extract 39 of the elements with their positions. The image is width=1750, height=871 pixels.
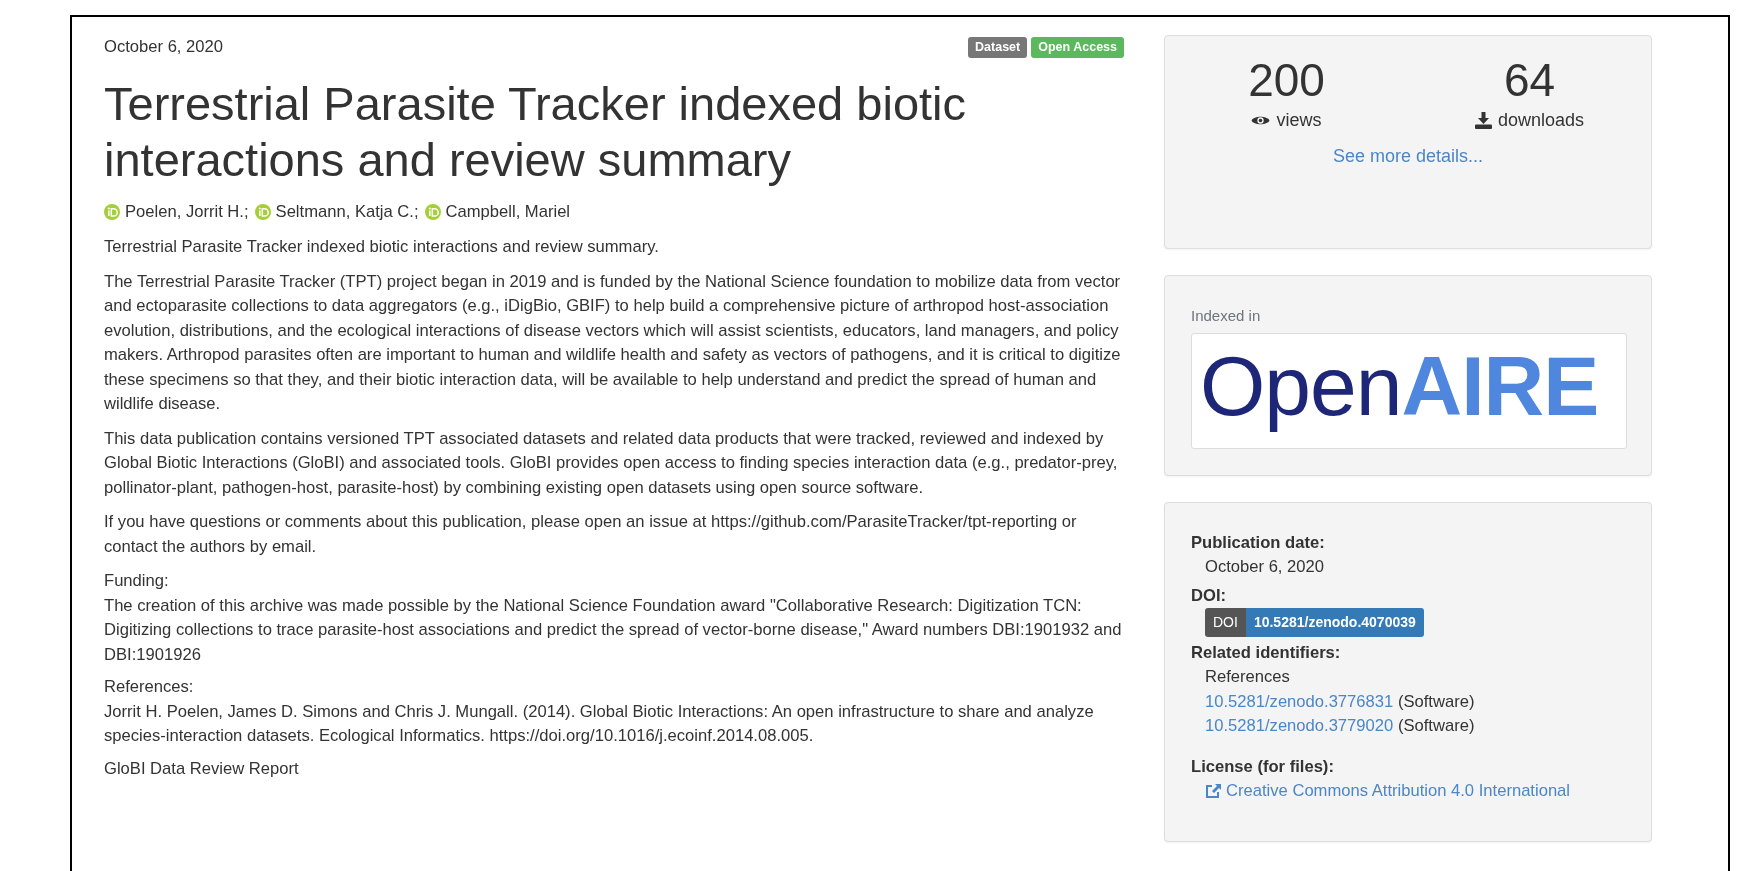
identifier-link[interactable]: 10.5281/zenodo.3776831 <box>1205 691 1394 711</box>
stat-count: 64 <box>1502 53 1557 108</box>
external-link-icon <box>1205 783 1222 800</box>
identifier-type: (Software) <box>1397 716 1475 735</box>
identifier-type: (Software) <box>1397 691 1475 711</box>
stat-label: downloads <box>1474 108 1585 133</box>
field-label: Related identifiers: <box>1191 641 1342 664</box>
paragraph: Terrestrial Parasite Tracker indexed biotic interactions and review summary. <box>104 236 660 259</box>
record-title: Terrestrial Parasite Tracker indexed biotic interactions and review summary <box>104 75 968 188</box>
author-id-icon <box>424 203 441 220</box>
field-value: October 6, 2020 <box>1205 556 1325 578</box>
field-label: License (for files): <box>1191 755 1335 778</box>
openaire-logo[interactable]: OpenAIRE <box>1191 332 1627 449</box>
identifier-link[interactable]: 10.5281/zenodo.3779020 <box>1205 716 1394 735</box>
author-id-icon <box>254 203 271 220</box>
author-name: Campbell, Mariel <box>445 200 571 223</box>
field-label: DOI: <box>1191 584 1228 607</box>
section-heading: GloBI Data Review Report <box>104 757 300 780</box>
indexed-label: Indexed in <box>1191 306 1262 326</box>
stat-label: views <box>1251 108 1322 133</box>
section-heading: Funding: <box>104 570 170 593</box>
resource-badge: Open Access <box>1031 36 1124 58</box>
paragraph: The creation of this archive was made possible by the National Science Foundation award "Collaborative Research: Digitization TCN: Digitizing collections to trace parasite-host associations and predict the spread of vector-borne disease," Award numbers DBI:1901932 and DBI:1901926 <box>104 594 1123 666</box>
paragraph: This data publication contains versioned TPT associated datasets and related data products that were tracked, reviewed and indexed by Global Biotic Interactions (GloBI) and associated tools. GloBI provides open access to finding species interaction data (e.g., predator-prey, pollinator-plant, pathogen-host, parasite-host) by combining existing open datasets using open source software. <box>104 427 1119 499</box>
author-name: Poelen, Jorrit H.; <box>125 200 249 223</box>
license-link[interactable]: Creative Commons Attribution 4.0 International <box>1205 779 1571 804</box>
resource-badge: Dataset <box>968 36 1028 58</box>
paragraph: Jorrit H. Poelen, James D. Simons and Chris J. Mungall. (2014). Global Biotic Interactions: An open infrastructure to share and analyze species-interaction datasets. Ecological Informatics. https://doi.org/10.1016/j.ecoinf.2014.08.005. <box>104 700 1095 748</box>
stat-count: 200 <box>1247 53 1326 108</box>
section-heading: References: <box>104 676 195 699</box>
author-name: Seltmann, Katja C.; <box>275 200 419 223</box>
paragraph: If you have questions or comments about this publication, please open an issue at https://github.com/ParasiteTracker/tpt-reporting or contact the authors by email. <box>104 511 1078 558</box>
author-id-icon <box>104 203 120 220</box>
details-link[interactable]: See more details... <box>1332 146 1484 167</box>
download-icon <box>1474 111 1492 129</box>
relation-type: References <box>1205 666 1291 688</box>
paragraph: The Terrestrial Parasite Tracker (TPT) project began in 2019 and is funded by the National Science foundation to mobilize data from vector and ectoparasite collections to data aggregators (e.g., iDigBio, GBIF) to help build a comprehensive picture of arthropod host-association evolution, distributions, and the ecological interactions of disease vectors which will assist scientists, educators, land managers, and policy makers. Arthropod parasites often are important to human and wildlife health and safety as vectors of pathogens, and it is critical to digitize these specimens so that they, and their biotic interaction data, will be available to help understand and predict the spread of human and wildlife disease. <box>104 270 1122 416</box>
publication-date: October 6, 2020 <box>104 36 223 58</box>
field-label: Publication date: <box>1191 531 1326 554</box>
